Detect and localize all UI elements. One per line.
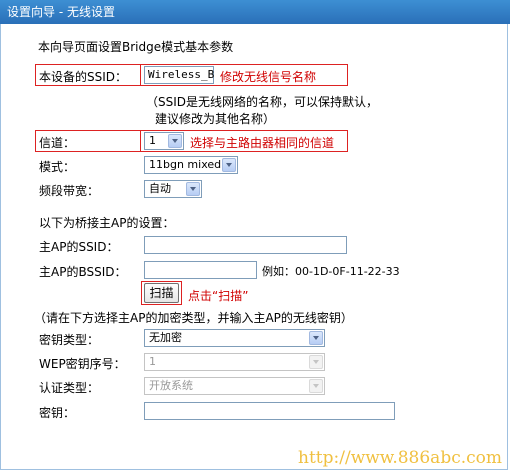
ssid-annotation: 修改无线信号名称 bbox=[220, 70, 317, 84]
channel-select[interactable]: 1 bbox=[144, 132, 184, 150]
bandwidth-label: 频段带宽： bbox=[39, 184, 100, 198]
key-input[interactable] bbox=[144, 402, 395, 420]
chevron-down-icon[interactable] bbox=[309, 379, 323, 393]
channel-annotation: 选择与主路由器相同的信道 bbox=[190, 136, 335, 150]
ssid-note-line2: 建议修改为其他名称） bbox=[155, 112, 276, 126]
scan-button[interactable]: 扫描 bbox=[144, 283, 179, 303]
wep-index-value: 1 bbox=[149, 355, 156, 368]
chevron-down-icon[interactable] bbox=[168, 134, 182, 148]
chevron-down-icon[interactable] bbox=[309, 331, 323, 345]
wep-index-select[interactable]: 1 bbox=[144, 353, 325, 371]
chevron-down-icon[interactable] bbox=[309, 355, 323, 369]
ssid-note-line1: （SSID是无线网络的名称，可以保持默认， bbox=[146, 95, 379, 109]
auth-type-value: 开放系统 bbox=[149, 379, 193, 392]
ap-ssid-label: 主AP的SSID： bbox=[39, 240, 119, 254]
key-type-select[interactable]: 无加密 bbox=[144, 329, 325, 347]
auth-type-label: 认证类型： bbox=[39, 381, 100, 395]
ap-bssid-input[interactable] bbox=[144, 261, 257, 279]
chevron-down-icon[interactable] bbox=[186, 182, 200, 196]
channel-value: 1 bbox=[149, 134, 156, 147]
mode-label: 模式： bbox=[39, 160, 76, 174]
ap-ssid-input[interactable] bbox=[144, 236, 347, 254]
ap-bssid-example: 例如：00-1D-0F-11-22-33 bbox=[262, 265, 400, 278]
channel-label: 信道： bbox=[39, 136, 76, 150]
window-title: 设置向导 - 无线设置 bbox=[0, 0, 510, 24]
bridge-heading: 以下为桥接主AP的设置： bbox=[39, 216, 175, 230]
bandwidth-value: 自动 bbox=[149, 182, 171, 195]
encryption-note: （请在下方选择主AP的加密类型，并输入主AP的无线密钥） bbox=[34, 311, 353, 325]
scan-annotation: 点击“扫描” bbox=[188, 289, 249, 303]
key-type-value: 无加密 bbox=[149, 331, 182, 344]
auth-type-select[interactable]: 开放系统 bbox=[144, 377, 325, 395]
ssid-label: 本设备的SSID： bbox=[39, 70, 128, 84]
mode-select[interactable]: 11bgn mixed bbox=[144, 156, 238, 174]
mode-value: 11bgn mixed bbox=[149, 158, 222, 171]
watermark: http://www.886abc.com bbox=[298, 448, 502, 468]
bandwidth-select[interactable]: 自动 bbox=[144, 180, 202, 198]
intro-text: 本向导页面设置Bridge模式基本参数 bbox=[38, 40, 234, 54]
chevron-down-icon[interactable] bbox=[222, 158, 236, 172]
ap-bssid-label: 主AP的BSSID： bbox=[39, 265, 127, 279]
wep-index-label: WEP密钥序号： bbox=[39, 357, 126, 371]
ssid-input[interactable]: Wireless_B bbox=[144, 66, 214, 84]
key-label: 密钥： bbox=[39, 406, 76, 420]
key-type-label: 密钥类型： bbox=[39, 333, 100, 347]
